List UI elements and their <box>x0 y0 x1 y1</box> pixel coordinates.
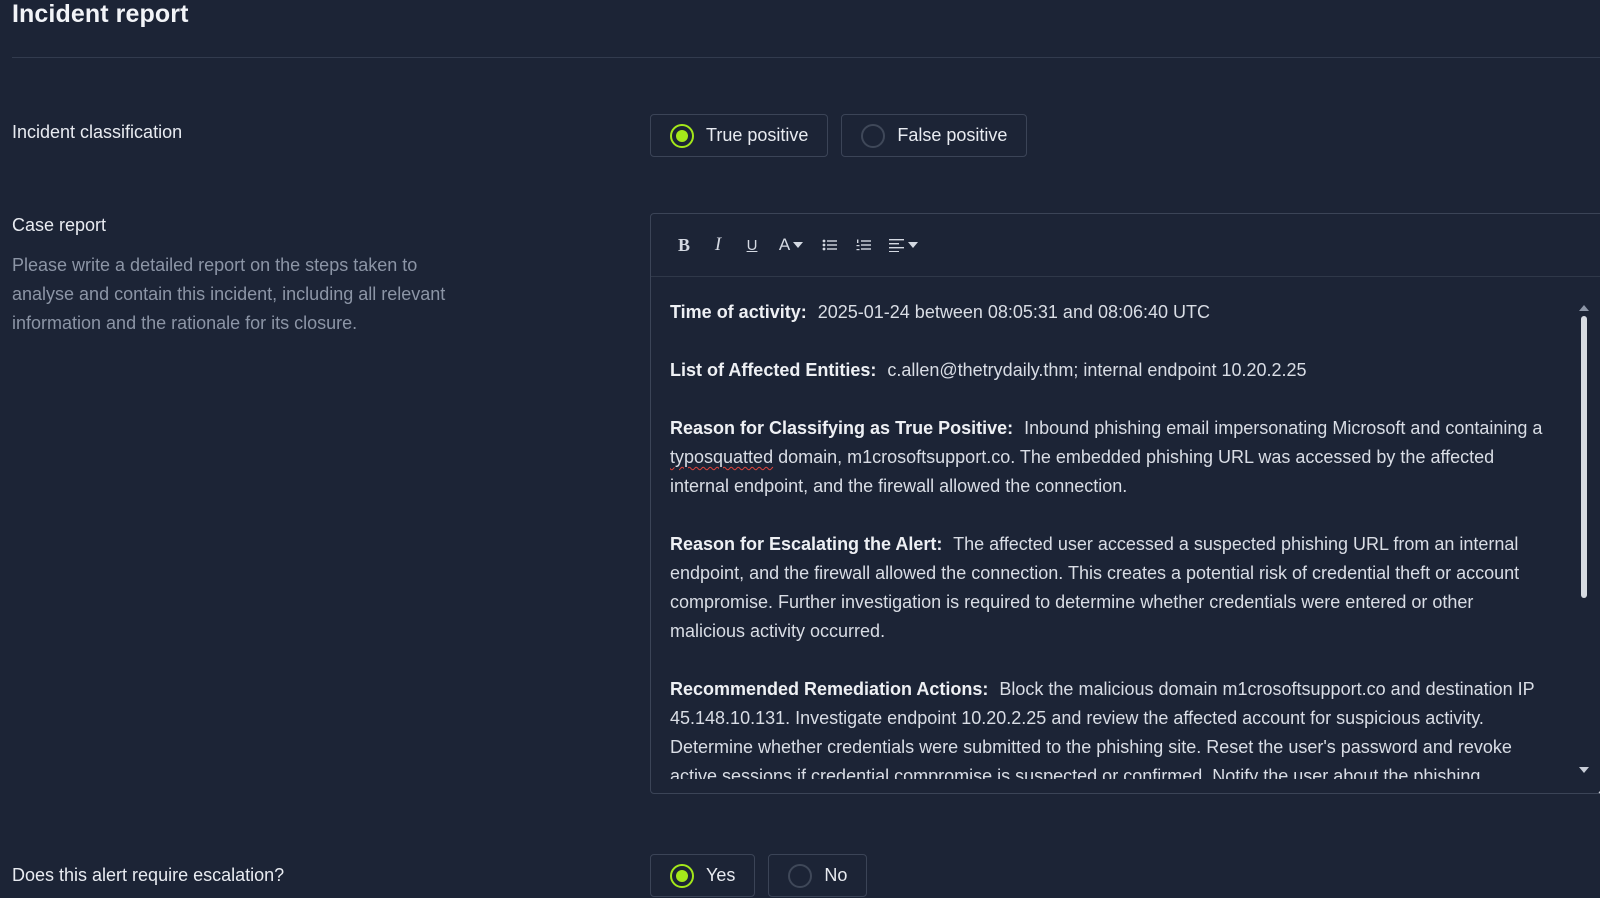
scroll-up-arrow-icon[interactable] <box>1579 304 1589 312</box>
escalation-radio-group: Yes No <box>650 854 868 897</box>
chevron-down-icon <box>793 242 804 248</box>
no-label: No <box>824 865 848 885</box>
editor-scrollbar[interactable] <box>1579 304 1589 774</box>
false-positive-option[interactable]: False positive <box>841 114 1028 157</box>
section-heading: Recommended Remediation Actions: <box>670 679 989 699</box>
numbered-list-button[interactable] <box>850 231 878 259</box>
chevron-down-icon <box>907 242 918 248</box>
no-option[interactable]: No <box>768 854 868 897</box>
italic-button[interactable]: I <box>704 231 732 259</box>
false-positive-label: False positive <box>897 125 1008 145</box>
yes-option[interactable]: Yes <box>650 854 756 897</box>
section-text: 2025-01-24 between 08:05:31 and 08:06:40… <box>817 302 1211 322</box>
report-section-escalation-reason: Reason for Escalating the Alert: The aff… <box>670 530 1549 646</box>
incident-report-page: Incident report Incident classification … <box>0 0 1600 898</box>
section-heading: Time of activity: <box>670 302 807 322</box>
underline-icon: U <box>746 236 758 254</box>
radio-unselected-icon[interactable] <box>861 123 886 148</box>
report-section-true-positive: Reason for Classifying as True Positive:… <box>670 414 1549 501</box>
title-divider <box>12 57 1600 58</box>
report-section-remediation: Recommended Remediation Actions: Block t… <box>670 675 1549 779</box>
bold-button[interactable]: B <box>670 231 698 259</box>
align-left-icon <box>888 238 905 252</box>
scrollbar-thumb[interactable] <box>1581 316 1587 598</box>
case-report-description: Please write a detailed report on the st… <box>12 255 446 333</box>
bullet-list-icon <box>822 238 838 252</box>
incident-classification-label: Incident classification <box>12 122 183 142</box>
radio-unselected-icon[interactable] <box>788 863 813 888</box>
italic-icon: I <box>714 234 722 255</box>
section-text: c.allen@thetrydaily.thm; internal endpoi… <box>887 360 1307 380</box>
misspelled-word: typosquatted <box>670 447 774 467</box>
font-color-icon: A <box>778 235 791 254</box>
editor-content[interactable]: Time of activity: 2025-01-24 between 08:… <box>651 278 1600 779</box>
editor-toolbar: B I U A <box>651 214 1600 277</box>
section-text: domain, m1crosoftsupport.co. The embedde… <box>670 447 1495 496</box>
bullet-list-button[interactable] <box>816 231 844 259</box>
yes-label: Yes <box>706 865 736 885</box>
radio-selected-icon[interactable] <box>670 863 694 888</box>
scroll-down-arrow-icon[interactable] <box>1579 766 1589 774</box>
case-report-label: Case report <box>12 215 107 235</box>
font-color-button[interactable]: A <box>772 231 810 259</box>
section-heading: Reason for Classifying as True Positive: <box>670 418 1014 438</box>
incident-classification-radio-group: True positive False positive <box>650 114 1028 157</box>
align-button[interactable] <box>884 231 922 259</box>
bold-icon: B <box>677 234 690 255</box>
radio-selected-icon[interactable] <box>670 123 694 148</box>
numbered-list-icon <box>856 238 872 252</box>
report-section-entities: List of Affected Entities: c.allen@thetr… <box>670 356 1549 385</box>
section-heading: List of Affected Entities: <box>670 360 877 380</box>
underline-button[interactable]: U <box>738 231 766 259</box>
true-positive-label: True positive <box>706 125 809 145</box>
escalation-question-label: Does this alert require escalation? <box>12 865 285 885</box>
case-report-editor[interactable]: B I U A Time of activity: 2025-01-24 bet… <box>650 213 1600 794</box>
section-text: Inbound phishing email impersonating Mic… <box>1024 418 1543 438</box>
true-positive-option[interactable]: True positive <box>650 114 829 157</box>
report-section-time: Time of activity: 2025-01-24 between 08:… <box>670 298 1549 327</box>
section-heading: Reason for Escalating the Alert: <box>670 534 943 554</box>
page-title: Incident report <box>12 0 189 28</box>
